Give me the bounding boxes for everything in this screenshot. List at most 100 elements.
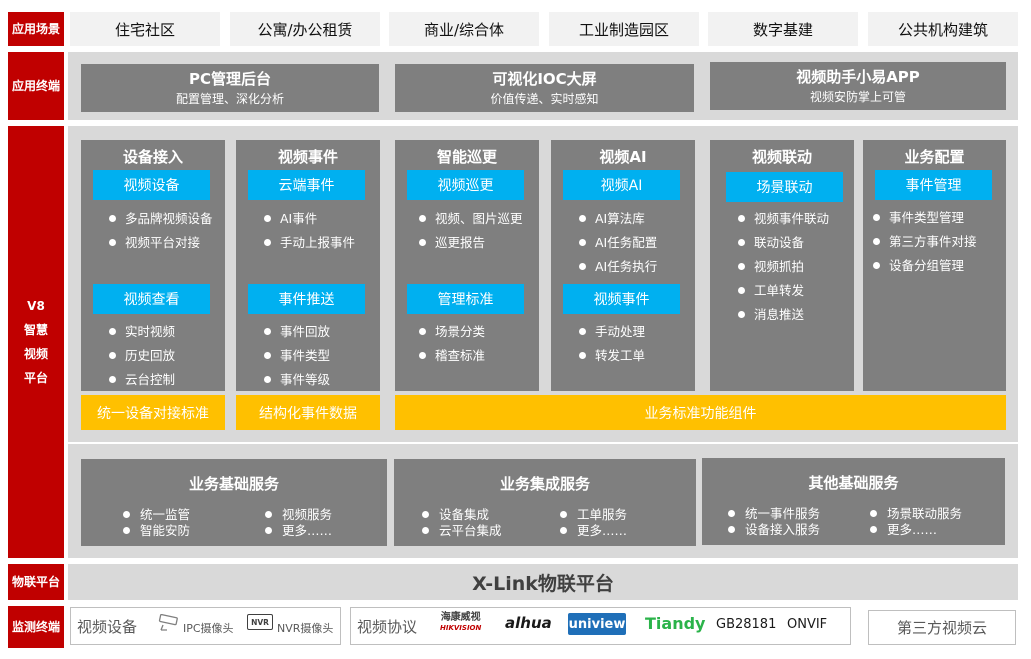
terminal-app: 视频助手小易APP 视频安防掌上可管: [710, 62, 1006, 110]
service-item: 智能安防: [123, 520, 190, 539]
bar-function-components: 业务标准功能组件: [395, 395, 1006, 430]
scene-digital: 数字基建: [708, 12, 858, 46]
list-item: 视频、图片巡更: [419, 208, 523, 227]
terminal-sub: 配置管理、深化分析: [175, 92, 284, 106]
terminal-title: PC管理后台: [188, 70, 271, 88]
xlink-band: X-Link物联平台: [68, 564, 1018, 600]
terminal-sub: 价值传递、实时感知: [490, 92, 599, 106]
column-smart-patrol: 智能巡更 视频巡更 视频、图片巡更 巡更报告 管理标准 场景分类 稽查标准: [395, 140, 539, 391]
service-business-basic: 业务基础服务 统一监管 视频服务 智能安防 更多……: [81, 459, 387, 546]
column-title: 视频联动: [751, 148, 812, 166]
list-item: 事件类型管理: [873, 207, 964, 226]
group-label: 管理标准: [407, 284, 524, 314]
list-item: AI任务配置: [579, 232, 657, 251]
column-title: 智能巡更: [436, 148, 497, 166]
terminal-sub: 视频安防掌上可管: [809, 90, 906, 104]
label-platform-line: 视频: [23, 347, 48, 361]
label-platform: V8 智慧 视频 平台: [8, 126, 64, 558]
terminal-ioc: 可视化IOC大屏 价值传递、实时感知: [395, 64, 694, 112]
scene-industrial: 工业制造园区: [549, 12, 699, 46]
list-item: 转发工单: [579, 345, 645, 364]
list-item: 多品牌视频设备: [109, 208, 213, 227]
list-item: 事件类型: [264, 345, 330, 364]
list-item: AI任务执行: [579, 256, 657, 275]
service-item: 更多……: [265, 520, 332, 539]
terminal-pc: PC管理后台 配置管理、深化分析: [81, 64, 379, 112]
list-item: 消息推送: [738, 304, 804, 323]
column-video-linkage: 视频联动 场景联动 视频事件联动 联动设备 视频抓拍 工单转发 消息推送: [710, 140, 854, 391]
list-item: 历史回放: [109, 345, 175, 364]
scene-commercial: 商业/综合体: [389, 12, 539, 46]
group-label: 视频查看: [93, 284, 210, 314]
terminal-title: 视频助手小易APP: [796, 68, 920, 86]
list-item: 实时视频: [109, 321, 175, 340]
group-label: 云端事件: [248, 170, 365, 200]
service-item: 更多……: [870, 519, 937, 538]
tiandy-logo: Tiandy: [645, 614, 706, 633]
column-device-access: 设备接入 视频设备 多品牌视频设备 视频平台对接 视频查看 实时视频 历史回放 …: [81, 140, 225, 391]
column-video-events: 视频事件 云端事件 AI事件 手动上报事件 事件推送 事件回放 事件类型 事件等…: [236, 140, 380, 391]
video-protocol-label: 视频协议: [357, 618, 418, 636]
nvr-icon: NVR: [247, 614, 273, 630]
video-device-label: 视频设备: [77, 618, 138, 636]
hikvision-logo: 海康威视 HIKVISION: [440, 612, 481, 634]
group-label: 视频事件: [563, 284, 680, 314]
label-platform-line: V8: [27, 299, 45, 313]
list-item: 工单转发: [738, 280, 804, 299]
xlink-title: X-Link物联平台: [472, 572, 614, 595]
hikvision-logo-cn: 海康威视: [440, 612, 481, 623]
label-app-terminal: 应用终端: [8, 52, 64, 120]
group-label: 视频巡更: [407, 170, 524, 200]
list-item: 云台控制: [109, 369, 175, 388]
label-iot-platform: 物联平台: [8, 564, 64, 600]
column-title: 设备接入: [122, 148, 183, 166]
service-item: 云平台集成: [422, 520, 502, 539]
ipc-camera-icon: [158, 614, 178, 631]
third-party-cloud: 第三方视频云: [868, 610, 1016, 645]
label-platform-line: 平台: [23, 371, 48, 385]
label-app-scene: 应用场景: [8, 12, 64, 46]
gb28181-label: GB28181: [716, 617, 777, 632]
group-label: 场景联动: [726, 172, 843, 202]
list-item: 手动上报事件: [264, 232, 355, 251]
scene-residential: 住宅社区: [70, 12, 220, 46]
list-item: 视频事件联动: [738, 208, 829, 227]
dahua-logo: alhua: [505, 614, 552, 632]
label-platform-line: 智慧: [23, 323, 48, 337]
service-title: 业务集成服务: [499, 475, 590, 493]
list-item: 巡更报告: [419, 232, 485, 251]
column-title: 视频事件: [277, 148, 338, 166]
bar-device-standard: 统一设备对接标准: [81, 395, 225, 430]
list-item: 事件等级: [264, 369, 330, 388]
hikvision-logo-en: HIKVISION: [440, 624, 482, 632]
uniview-logo: uniview: [568, 613, 626, 635]
list-item: AI事件: [264, 208, 317, 227]
label-monitor-terminal: 监测终端: [8, 606, 64, 648]
column-business-config: 业务配置 事件管理 事件类型管理 第三方事件对接 设备分组管理: [863, 140, 1006, 391]
list-item: 手动处理: [579, 321, 645, 340]
service-title: 业务基础服务: [188, 475, 279, 493]
bar-structured-events: 结构化事件数据: [236, 395, 380, 430]
list-item: 联动设备: [738, 232, 804, 251]
group-label: 视频AI: [563, 170, 680, 200]
column-title: 业务配置: [904, 148, 965, 166]
service-item: 更多……: [560, 520, 627, 539]
list-item: AI算法库: [579, 208, 645, 227]
list-item: 稽查标准: [419, 345, 485, 364]
list-item: 视频抓拍: [738, 256, 804, 275]
ipc-label: IPC摄像头: [183, 622, 234, 635]
service-business-integration: 业务集成服务 设备集成 工单服务 云平台集成 更多……: [394, 459, 696, 546]
list-item: 场景分类: [419, 321, 485, 340]
scene-apartment: 公寓/办公租赁: [230, 12, 380, 46]
service-other-basic: 其他基础服务 统一事件服务 场景联动服务 设备接入服务 更多……: [702, 458, 1005, 545]
onvif-label: ONVIF: [787, 617, 828, 632]
list-item: 视频平台对接: [109, 232, 200, 251]
column-title: 视频AI: [599, 148, 647, 166]
list-item: 第三方事件对接: [873, 231, 977, 250]
terminal-title: 可视化IOC大屏: [492, 70, 597, 88]
group-label: 事件推送: [248, 284, 365, 314]
list-item: 事件回放: [264, 321, 330, 340]
nvr-label: NVR摄像头: [277, 622, 334, 635]
service-item: 设备接入服务: [728, 519, 820, 538]
group-label: 事件管理: [875, 170, 992, 200]
